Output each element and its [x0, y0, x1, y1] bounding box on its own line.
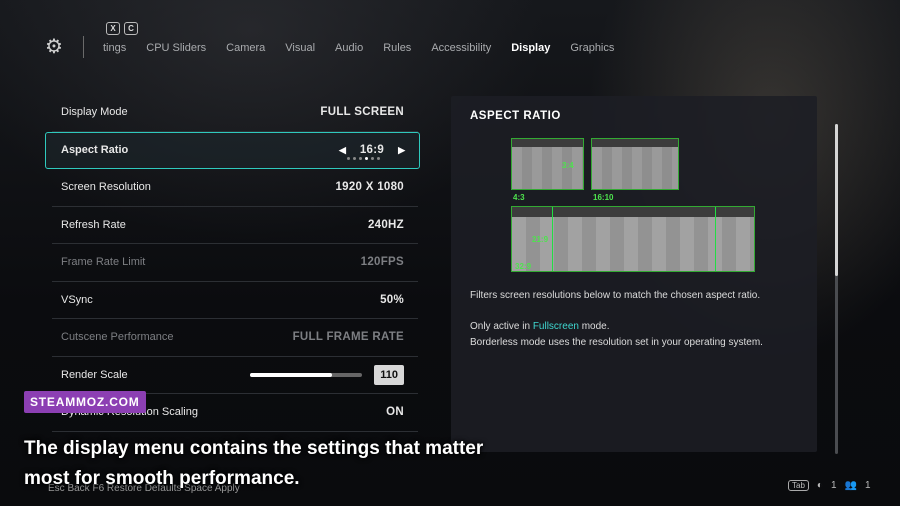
- caption-text: The display menu contains the settings t…: [24, 438, 484, 489]
- tab-visual[interactable]: Visual: [285, 42, 315, 54]
- top-navigation: ⚙ X C tings CPU Sliders Camera Visual Au…: [0, 0, 900, 90]
- key-hint-c: C: [124, 22, 138, 35]
- setting-frame-rate-limit: Frame Rate Limit 120FPS: [52, 244, 418, 282]
- scrollbar-thumb[interactable]: [835, 124, 838, 276]
- preview-4-3: 3:4: [511, 138, 584, 190]
- tab-rules[interactable]: Rules: [383, 42, 411, 54]
- setting-value: 1920 X 1080: [335, 181, 404, 194]
- tab-camera[interactable]: Camera: [226, 42, 265, 54]
- footer-status: Tab ◐ 1 👥 1: [788, 480, 871, 491]
- option-dot: [358, 157, 362, 161]
- setting-label: Refresh Rate: [61, 218, 126, 231]
- preview-pitch: [592, 147, 678, 189]
- setting-value: 240HZ: [367, 218, 404, 231]
- tab-display[interactable]: Display: [511, 42, 550, 54]
- arrow-left-icon[interactable]: ◀: [339, 145, 346, 156]
- globe-icon: ◐: [816, 480, 823, 491]
- preview-crowd: [592, 139, 678, 147]
- slider-fill: [250, 372, 332, 377]
- ratio-guide-line: [552, 207, 553, 271]
- setting-value: 120FPS: [360, 256, 404, 269]
- setting-aspect-ratio[interactable]: Aspect Ratio ◀ 16:9 ▶: [45, 131, 420, 169]
- settings-list: Display Mode FULL SCREEN Aspect Ratio ◀ …: [45, 94, 420, 432]
- option-dot: [376, 157, 380, 161]
- preview-pitch: [512, 217, 754, 271]
- ratio-label: 16:10: [593, 193, 614, 202]
- setting-label: Render Scale: [61, 368, 128, 381]
- setting-value: ON: [386, 406, 404, 419]
- info-panel: ASPECT RATIO 3:4 4:3 16:10 21:9 32:9 Fil…: [451, 96, 817, 452]
- setting-render-scale[interactable]: Render Scale 110: [52, 357, 418, 394]
- setting-screen-resolution[interactable]: Screen Resolution 1920 X 1080: [52, 169, 418, 207]
- ratio-label: 21:9: [532, 235, 549, 244]
- setting-label: Cutscene Performance: [61, 331, 174, 344]
- setting-value: FULL FRAME RATE: [292, 331, 404, 344]
- option-dot: [346, 157, 350, 161]
- watermark-badge: STEAMMOZ.COM: [24, 391, 146, 413]
- users-icon: 👥: [844, 480, 857, 491]
- option-dots: [346, 157, 380, 161]
- preview-crowd: [512, 207, 754, 217]
- render-scale-value[interactable]: 110: [374, 364, 404, 385]
- ratio-label: 3:4: [562, 161, 574, 170]
- setting-cutscene-performance: Cutscene Performance FULL FRAME RATE: [52, 319, 418, 357]
- tab-audio[interactable]: Audio: [335, 42, 363, 54]
- setting-vsync[interactable]: VSync 50%: [52, 282, 418, 319]
- option-dot-active: [364, 157, 368, 161]
- preview-16-10: [591, 138, 679, 190]
- tab-cpu-sliders[interactable]: CPU Sliders: [146, 42, 206, 54]
- panel-note: Only active in Fullscreen mode.: [470, 319, 610, 334]
- preview-32-9: 21:9 32:9: [511, 206, 755, 272]
- note-text: Only active in: [470, 321, 533, 332]
- tab-bar: tings CPU Sliders Camera Visual Audio Ru…: [103, 42, 634, 54]
- count-2: 1: [864, 480, 871, 491]
- setting-label: Display Mode: [61, 106, 128, 119]
- setting-display-mode[interactable]: Display Mode FULL SCREEN: [52, 94, 418, 132]
- tab-accessibility[interactable]: Accessibility: [431, 42, 491, 54]
- option-dot: [370, 157, 374, 161]
- setting-value: 16:9: [359, 144, 385, 157]
- divider: [83, 36, 84, 58]
- ratio-guide-line: [715, 207, 716, 271]
- panel-title: ASPECT RATIO: [470, 110, 561, 122]
- ratio-label: 4:3: [513, 193, 525, 202]
- setting-label: Aspect Ratio: [61, 144, 129, 157]
- count-1: 1: [830, 480, 837, 491]
- panel-description: Filters screen resolutions below to matc…: [470, 290, 761, 301]
- aspect-ratio-selector: ◀ 16:9 ▶: [325, 144, 405, 161]
- preview-crowd: [512, 139, 583, 147]
- key-hint-x: X: [106, 22, 120, 35]
- setting-label: Frame Rate Limit: [61, 256, 146, 269]
- setting-value: FULL SCREEN: [320, 106, 404, 119]
- setting-label: VSync: [61, 293, 93, 306]
- setting-refresh-rate[interactable]: Refresh Rate 240HZ: [52, 207, 418, 244]
- note-highlight: Fullscreen: [532, 321, 579, 332]
- gear-icon[interactable]: ⚙: [44, 37, 64, 57]
- arrow-right-icon[interactable]: ▶: [398, 145, 405, 156]
- panel-note-2: Borderless mode uses the resolution set …: [470, 337, 763, 348]
- tab-key-hint: Tab: [788, 480, 809, 491]
- option-dot: [352, 157, 356, 161]
- setting-value: 50%: [380, 293, 404, 306]
- note-text: mode.: [578, 321, 610, 332]
- ratio-label: 32:9: [515, 262, 532, 271]
- tab-settings[interactable]: tings: [103, 42, 126, 54]
- setting-label: Screen Resolution: [61, 181, 151, 194]
- render-scale-slider[interactable]: [250, 372, 363, 377]
- tab-graphics[interactable]: Graphics: [570, 42, 614, 54]
- scrollbar[interactable]: [835, 124, 838, 454]
